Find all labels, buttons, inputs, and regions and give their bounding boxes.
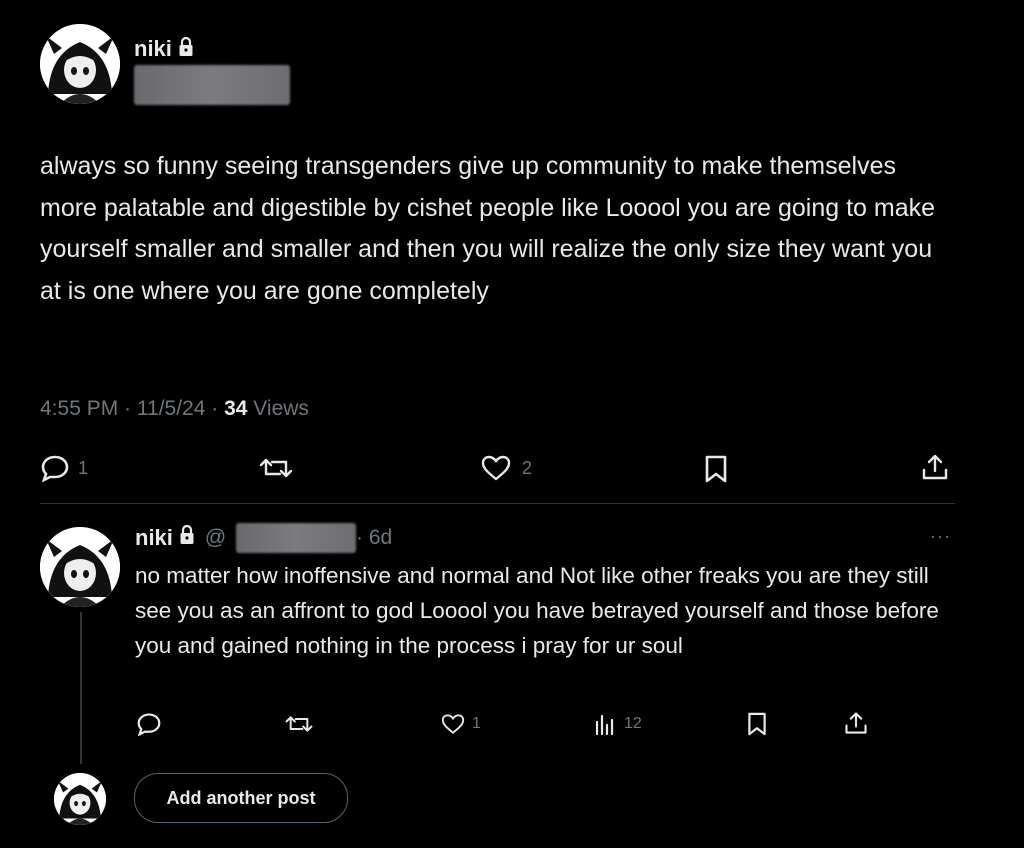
author-name[interactable]: niki bbox=[134, 36, 194, 63]
reply-icon bbox=[137, 713, 161, 736]
avatar-image bbox=[40, 24, 120, 104]
views-label: Views bbox=[253, 397, 309, 420]
like-icon bbox=[481, 455, 511, 481]
handle-at: @ bbox=[204, 526, 227, 549]
reply-button[interactable] bbox=[136, 712, 162, 736]
like-count: 2 bbox=[522, 457, 533, 478]
more-options-icon[interactable]: ··· bbox=[930, 526, 951, 547]
share-button[interactable] bbox=[920, 452, 950, 482]
avatar-image bbox=[54, 773, 106, 825]
avatar-image bbox=[40, 527, 120, 607]
redacted-handle bbox=[236, 523, 356, 553]
retweet-icon bbox=[285, 716, 313, 732]
share-icon bbox=[845, 712, 867, 734]
views-button[interactable]: 12 bbox=[594, 712, 642, 736]
reply-display-name[interactable]: niki bbox=[135, 525, 173, 551]
divider bbox=[40, 503, 955, 504]
post-text: always so funny seeing transgenders give… bbox=[40, 152, 936, 305]
share-button[interactable] bbox=[843, 710, 869, 736]
post-meta: 4:55 PM · 11/5/24 · 34 Views bbox=[40, 397, 309, 420]
author-display-name[interactable]: niki bbox=[134, 36, 172, 61]
like-button[interactable]: 1 bbox=[440, 713, 481, 735]
bookmark-icon bbox=[748, 712, 766, 736]
views-icon bbox=[595, 714, 614, 736]
bookmark-button[interactable] bbox=[746, 711, 768, 737]
post-time[interactable]: 4:55 PM bbox=[40, 397, 118, 420]
views-count: 34 bbox=[224, 397, 248, 420]
reply-button[interactable]: 1 bbox=[40, 454, 88, 482]
composer-avatar bbox=[54, 773, 106, 825]
post-date[interactable]: 11/5/24 bbox=[137, 397, 206, 420]
reply-author[interactable]: niki @ bbox=[135, 524, 227, 551]
reply-age[interactable]: · 6d bbox=[356, 526, 392, 550]
add-another-post-button[interactable]: Add another post bbox=[134, 773, 348, 823]
bookmark-button[interactable] bbox=[703, 454, 729, 484]
lock-icon bbox=[178, 37, 194, 63]
retweet-button[interactable] bbox=[258, 454, 294, 482]
retweet-icon bbox=[259, 458, 293, 478]
avatar[interactable] bbox=[40, 24, 120, 104]
like-count: 1 bbox=[472, 715, 481, 732]
redacted-handle bbox=[134, 65, 290, 105]
thread-line bbox=[80, 612, 82, 764]
reply-text: no matter how inoffensive and normal and… bbox=[135, 563, 939, 658]
reply-icon bbox=[41, 455, 69, 482]
reply-avatar[interactable] bbox=[40, 527, 120, 607]
like-icon bbox=[441, 714, 465, 734]
share-icon bbox=[922, 454, 948, 480]
bookmark-icon bbox=[705, 455, 727, 483]
view-count: 12 bbox=[624, 715, 642, 732]
reply-count: 1 bbox=[78, 457, 89, 478]
retweet-button[interactable] bbox=[284, 712, 314, 736]
like-button[interactable]: 2 bbox=[480, 454, 532, 482]
lock-icon bbox=[179, 524, 195, 551]
